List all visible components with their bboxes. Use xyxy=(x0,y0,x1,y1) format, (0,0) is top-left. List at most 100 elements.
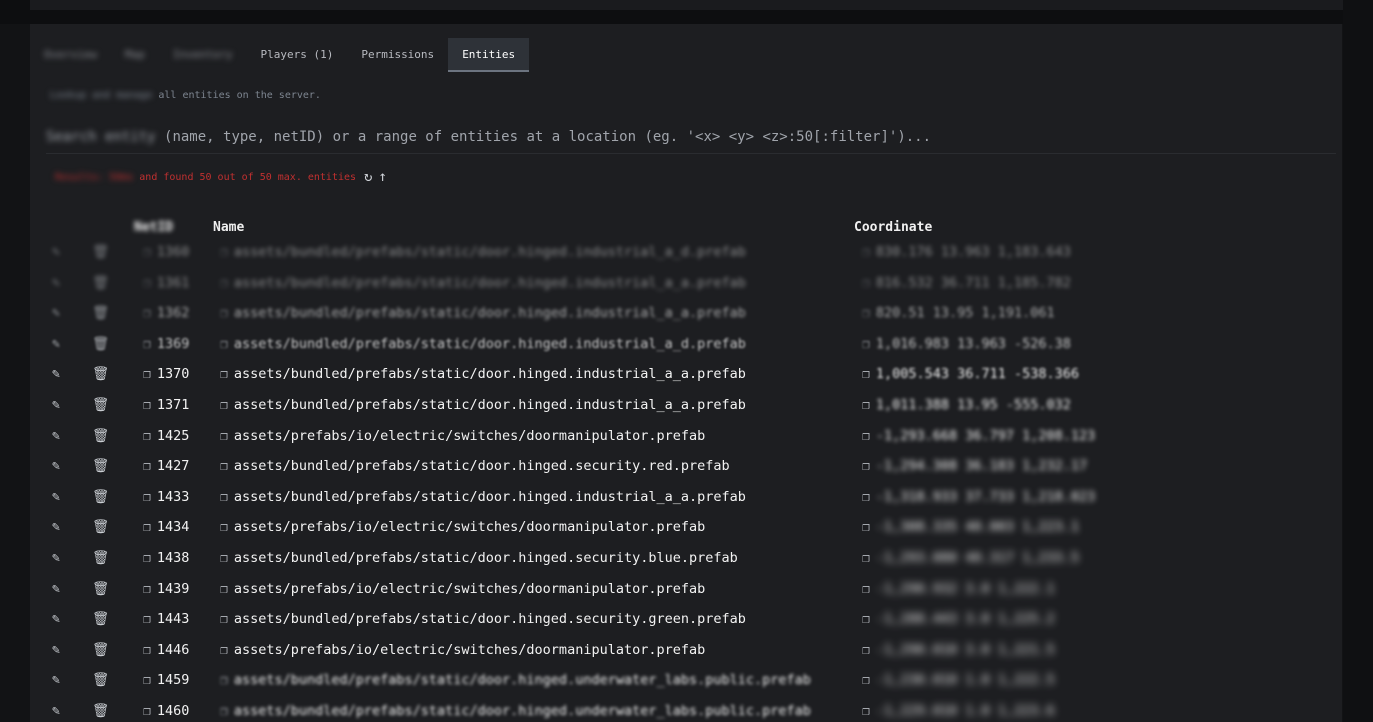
pencil-icon[interactable]: ✎ xyxy=(52,642,60,658)
name-value: assets/prefabs/io/electric/switches/door… xyxy=(233,641,706,658)
copy-icon[interactable]: ❐ xyxy=(862,704,870,719)
pencil-icon[interactable]: ✎ xyxy=(52,672,60,688)
copy-icon[interactable]: ❐ xyxy=(143,520,151,535)
trash-icon[interactable]: 🗑︎ xyxy=(92,672,109,688)
trash-icon[interactable]: 🗑︎ xyxy=(92,336,109,352)
copy-icon[interactable]: ❐ xyxy=(220,520,228,535)
pencil-icon[interactable]: ✎ xyxy=(52,519,60,535)
pencil-icon[interactable]: ✎ xyxy=(52,428,60,444)
trash-icon[interactable]: 🗑︎ xyxy=(92,458,109,474)
pencil-icon[interactable]: ✎ xyxy=(52,366,60,382)
trash-icon[interactable]: 🗑︎ xyxy=(92,244,109,260)
copy-icon[interactable]: ❐ xyxy=(143,429,151,444)
trash-icon[interactable]: 🗑︎ xyxy=(92,275,109,291)
pencil-icon[interactable]: ✎ xyxy=(52,703,60,719)
copy-icon[interactable]: ❐ xyxy=(862,582,870,597)
pencil-icon[interactable]: ✎ xyxy=(52,458,60,474)
coordinate-value: 1,016.983 13.963 -526.38 xyxy=(875,335,1071,352)
trash-icon[interactable]: 🗑︎ xyxy=(92,703,109,719)
copy-icon[interactable]: ❐ xyxy=(862,490,870,505)
copy-icon[interactable]: ❐ xyxy=(862,245,870,260)
pencil-icon[interactable]: ✎ xyxy=(52,336,60,352)
entity-search-input[interactable]: Search entity (name, type, netID) or a r… xyxy=(46,124,1336,154)
tab-inventory[interactable]: Inventory xyxy=(159,38,247,72)
netid-cell: ❐ 1370 xyxy=(143,366,189,382)
pencil-icon[interactable]: ✎ xyxy=(52,611,60,627)
trash-icon[interactable]: 🗑︎ xyxy=(92,642,109,658)
netid-cell: ❐ 1425 xyxy=(143,428,189,444)
pencil-icon[interactable]: ✎ xyxy=(52,305,60,321)
pencil-icon[interactable]: ✎ xyxy=(52,581,60,597)
copy-icon[interactable]: ❐ xyxy=(862,337,870,352)
trash-icon[interactable]: 🗑︎ xyxy=(92,581,109,597)
header-netid[interactable]: NetID xyxy=(134,220,173,235)
copy-icon[interactable]: ❐ xyxy=(143,459,151,474)
copy-icon[interactable]: ❐ xyxy=(220,337,228,352)
tab-permissions[interactable]: Permissions xyxy=(347,38,448,72)
pencil-icon[interactable]: ✎ xyxy=(52,550,60,566)
copy-icon[interactable]: ❐ xyxy=(862,429,870,444)
pencil-icon[interactable]: ✎ xyxy=(52,244,60,260)
copy-icon[interactable]: ❐ xyxy=(143,490,151,505)
copy-icon[interactable]: ❐ xyxy=(220,306,228,321)
copy-icon[interactable]: ❐ xyxy=(143,582,151,597)
copy-icon[interactable]: ❐ xyxy=(143,673,151,688)
copy-icon[interactable]: ❐ xyxy=(862,306,870,321)
copy-icon[interactable]: ❐ xyxy=(220,704,228,719)
copy-icon[interactable]: ❐ xyxy=(143,337,151,352)
copy-icon[interactable]: ❐ xyxy=(862,459,870,474)
copy-icon[interactable]: ❐ xyxy=(220,582,228,597)
trash-icon[interactable]: 🗑︎ xyxy=(92,428,109,444)
copy-icon[interactable]: ❐ xyxy=(220,276,228,291)
copy-icon[interactable]: ❐ xyxy=(862,367,870,382)
netid-cell: ❐ 1427 xyxy=(143,458,189,474)
trash-icon[interactable]: 🗑︎ xyxy=(92,397,109,413)
coordinate-value: -1,318.933 37.733 1,218.023 xyxy=(875,488,1096,505)
copy-icon[interactable]: ❐ xyxy=(143,367,151,382)
copy-icon[interactable]: ❐ xyxy=(862,612,870,627)
copy-icon[interactable]: ❐ xyxy=(220,429,228,444)
copy-icon[interactable]: ❐ xyxy=(143,551,151,566)
copy-icon[interactable]: ❐ xyxy=(862,276,870,291)
copy-icon[interactable]: ❐ xyxy=(862,551,870,566)
trash-icon[interactable]: 🗑︎ xyxy=(92,550,109,566)
copy-icon[interactable]: ❐ xyxy=(220,398,228,413)
arrow-up-icon[interactable]: ↑ xyxy=(378,169,386,185)
table-row: ✎ 🗑︎ ❐ 1460 ❐ assets/bundled/prefabs/static/d… xyxy=(30,697,1342,722)
copy-icon[interactable]: ❐ xyxy=(220,673,228,688)
trash-icon[interactable]: 🗑︎ xyxy=(92,611,109,627)
copy-icon[interactable]: ❐ xyxy=(220,459,228,474)
copy-icon[interactable]: ❐ xyxy=(143,704,151,719)
copy-icon[interactable]: ❐ xyxy=(143,398,151,413)
copy-icon[interactable]: ❐ xyxy=(143,643,151,658)
header-name[interactable]: Name xyxy=(213,220,244,235)
name-value: assets/bundled/prefabs/static/door.hinge… xyxy=(233,396,746,413)
pencil-icon[interactable]: ✎ xyxy=(52,275,60,291)
header-coordinate[interactable]: Coordinate xyxy=(854,220,932,235)
copy-icon[interactable]: ❐ xyxy=(143,245,151,260)
refresh-icon[interactable]: ↻ xyxy=(364,169,372,185)
copy-icon[interactable]: ❐ xyxy=(862,643,870,658)
copy-icon[interactable]: ❐ xyxy=(862,398,870,413)
pencil-icon[interactable]: ✎ xyxy=(52,397,60,413)
copy-icon[interactable]: ❐ xyxy=(862,520,870,535)
trash-icon[interactable]: 🗑︎ xyxy=(92,489,109,505)
trash-icon[interactable]: 🗑︎ xyxy=(92,366,109,382)
copy-icon[interactable]: ❐ xyxy=(220,490,228,505)
copy-icon[interactable]: ❐ xyxy=(220,612,228,627)
trash-icon[interactable]: 🗑︎ xyxy=(92,305,109,321)
tab-overview[interactable]: Overview xyxy=(30,38,111,72)
tab-entities[interactable]: Entities xyxy=(448,38,530,72)
tab-map[interactable]: Map xyxy=(111,38,159,72)
copy-icon[interactable]: ❐ xyxy=(862,673,870,688)
copy-icon[interactable]: ❐ xyxy=(220,643,228,658)
copy-icon[interactable]: ❐ xyxy=(220,367,228,382)
tab-players-1[interactable]: Players (1) xyxy=(246,38,347,72)
copy-icon[interactable]: ❐ xyxy=(143,276,151,291)
trash-icon[interactable]: 🗑︎ xyxy=(92,519,109,535)
copy-icon[interactable]: ❐ xyxy=(143,306,151,321)
copy-icon[interactable]: ❐ xyxy=(220,551,228,566)
copy-icon[interactable]: ❐ xyxy=(143,612,151,627)
pencil-icon[interactable]: ✎ xyxy=(52,489,60,505)
copy-icon[interactable]: ❐ xyxy=(220,245,228,260)
